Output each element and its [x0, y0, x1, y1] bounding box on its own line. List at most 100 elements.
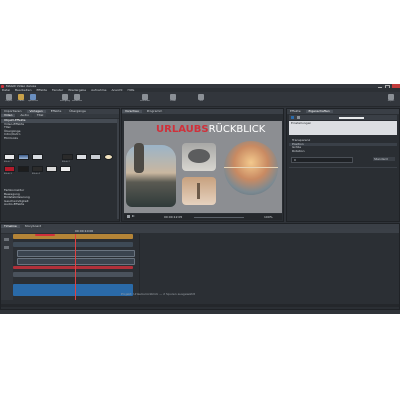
effect-thumbnail[interactable] [18, 166, 29, 172]
tool-icon[interactable] [297, 116, 300, 119]
playhead[interactable] [75, 234, 76, 300]
video-clip[interactable] [17, 258, 135, 265]
preset-dropdown-value: Standard [374, 157, 388, 161]
track-solo-icon[interactable] [4, 246, 9, 249]
save-button[interactable]: Speichern [28, 94, 38, 104]
media-pool-panel: Importieren Vorlagen Effekte Übergänge V… [0, 108, 120, 222]
redo-button[interactable]: Wiederholen [72, 94, 82, 104]
title-word-white: RÜCKBLICK [208, 124, 266, 135]
subtab-titel[interactable]: Titel [33, 114, 47, 117]
value-input[interactable]: 0 [291, 157, 353, 163]
play-icon[interactable] [132, 215, 135, 217]
effect-thumbnail[interactable] [4, 154, 15, 160]
title-button[interactable]: Titel [196, 94, 206, 104]
timeline-track [13, 250, 275, 257]
preview-photo-rock [134, 143, 144, 173]
tab-timeline[interactable]: Timeline [1, 224, 20, 228]
property-row[interactable]: Rotation [289, 149, 397, 154]
subtab-audio[interactable]: Audio [17, 114, 32, 117]
tab-programm[interactable]: Programm [143, 109, 166, 113]
effect-thumbnail[interactable] [32, 154, 43, 160]
effect-thumbnail-label: Effekt 1 [4, 161, 12, 163]
preview-tabs: Vorschau Programm [122, 109, 283, 114]
export-label: Export [387, 100, 395, 102]
effect-thumbnail[interactable] [18, 154, 29, 160]
stop-icon[interactable] [127, 215, 130, 218]
audio-clip[interactable] [13, 266, 133, 269]
category-item[interactable]: Filmlooks [1, 136, 119, 141]
preview-monitor-panel: Vorschau Programm URLAUBSRÜCKBLICK 00:00… [121, 108, 284, 222]
timecode-display: 00:00:12:05 [164, 215, 183, 219]
preview-photo-surfer-figure [197, 183, 200, 199]
preset-dropdown[interactable]: Standard [373, 157, 395, 161]
tab-importieren[interactable]: Importieren [1, 109, 25, 113]
properties-toolbar [289, 115, 397, 120]
timeline-track [13, 272, 275, 278]
audio-clip[interactable] [13, 272, 133, 277]
preview-canvas[interactable]: URLAUBSRÜCKBLICK [124, 121, 282, 213]
import-label: Import [5, 100, 13, 102]
effect-thumbnail-label: Effekt 2 [62, 161, 70, 163]
main-toolbar: Import Ordner Speichern Rückgängig Wiede… [0, 92, 400, 107]
option-item[interactable]: Audio-Effekte [1, 203, 119, 207]
settings-section: Einstellungen [289, 121, 397, 135]
tab-uebergaenge[interactable]: Übergänge [66, 109, 89, 113]
title-label: Titel [198, 100, 204, 102]
preview-photo-seal-shape [188, 149, 210, 163]
import-button[interactable]: Import [4, 94, 14, 104]
track-area[interactable] [13, 234, 399, 300]
undo-button[interactable]: Rückgängig [60, 94, 70, 104]
effect-thumbnail[interactable] [32, 166, 43, 172]
transport-bar: 00:00:12:05 100% [124, 214, 282, 220]
effect-thumbnail[interactable] [60, 166, 71, 172]
properties-panel: Effekte Eigenschaften Einstellungen Tran… [286, 108, 400, 222]
blue-tool-icon[interactable] [291, 116, 294, 119]
tab-storyboard[interactable]: Storyboard [21, 224, 45, 228]
video-clip[interactable] [17, 250, 135, 257]
ruler-time: 00:00:10:00 [75, 229, 94, 233]
category-list: Objekt-Effekte Video-Effekte Titel Überg… [1, 119, 119, 140]
effect-thumbnail[interactable] [90, 154, 101, 160]
zoom-button[interactable]: Zoom [168, 94, 178, 104]
video-clip[interactable] [13, 242, 133, 247]
timeline-panel: Timeline Storyboard 00:00:10:00 Projekt:… [0, 223, 400, 310]
tab-effekte-right[interactable]: Effekte [287, 109, 304, 113]
tab-vorlagen[interactable]: Vorlagen [26, 109, 46, 113]
video-clip[interactable] [13, 234, 133, 239]
timeline-tabs: Timeline Storyboard [1, 224, 399, 229]
properties-tabs: Effekte Eigenschaften [287, 109, 399, 114]
effect-thumbnail-label: Effekt 3 [4, 173, 12, 175]
timeline-track [13, 258, 275, 265]
timeline-scrollbar[interactable] [1, 304, 399, 307]
effect-thumbnail[interactable] [76, 154, 87, 160]
track-headers [1, 234, 13, 300]
media-pool-scrollbar[interactable] [117, 119, 119, 219]
zoom-level[interactable]: 100% [264, 216, 273, 219]
timeline-track [13, 242, 275, 248]
effect-thumbnail[interactable] [62, 154, 73, 160]
audio-clip[interactable] [13, 284, 133, 296]
value-slider[interactable] [339, 116, 364, 119]
folder-button[interactable]: Ordner [16, 94, 26, 104]
effect-thumbnail-label: Effekt 4 [32, 173, 40, 175]
tab-effekte[interactable]: Effekte [47, 109, 65, 113]
tab-eigenschaften[interactable]: Eigenschaften [305, 109, 333, 113]
position-slider[interactable] [194, 216, 244, 218]
section-title: Einstellungen [291, 122, 312, 125]
value-input-text: 0 [294, 158, 296, 162]
cut-button[interactable]: Schneiden [140, 94, 150, 104]
track-end-divider [139, 234, 140, 300]
effect-thumbnail[interactable] [104, 154, 113, 160]
track-mute-icon[interactable] [4, 238, 9, 241]
effect-options-list: Farbkorrektur Bewegung Bildstabilisierun… [1, 189, 119, 207]
title-clip-marker[interactable] [35, 234, 55, 236]
effect-thumbnail[interactable] [4, 166, 15, 172]
tab-vorschau[interactable]: Vorschau [122, 109, 142, 113]
export-button[interactable]: Export [386, 94, 396, 104]
timeline-ruler[interactable]: 00:00:10:00 [1, 229, 399, 233]
preview-photo-sunset [224, 141, 278, 195]
subtab-video[interactable]: Video [1, 114, 16, 117]
zoom-label: Zoom [170, 100, 176, 102]
undo-label: Rückgängig [60, 100, 70, 102]
effect-thumbnail[interactable] [46, 166, 57, 172]
